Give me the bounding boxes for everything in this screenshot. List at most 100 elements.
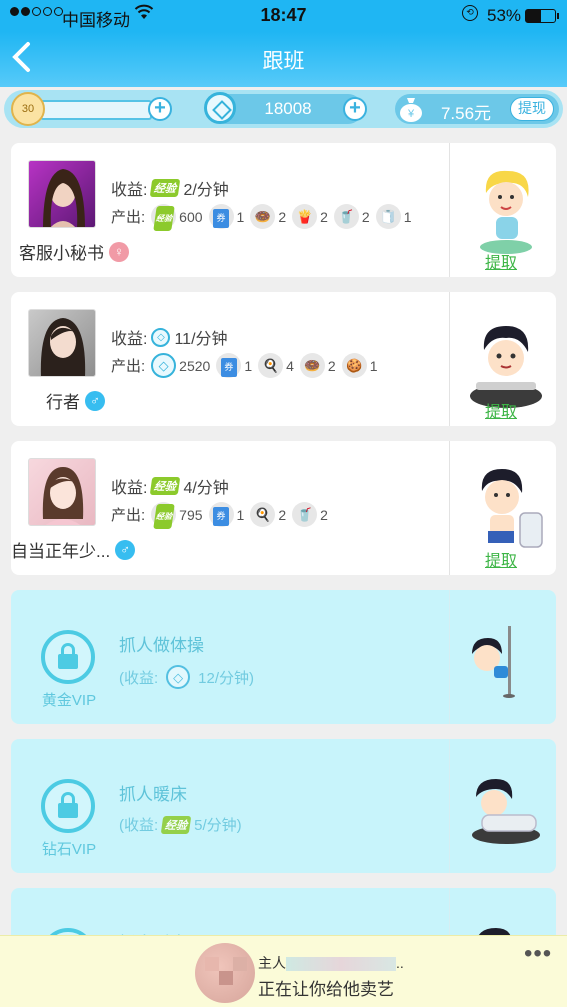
output-count: 2: [361, 208, 370, 225]
locked-slot[interactable]: 黄金VIP 抓人做体操 (收益: ◇ 12/分钟): [11, 590, 556, 724]
notification-banner[interactable]: 主人.. 正在让你给他卖艺 •••: [0, 935, 567, 1007]
ticket-icon: 券: [208, 502, 234, 527]
task-title: 抓人做体操: [119, 636, 204, 655]
output-count: 1: [236, 506, 245, 523]
level-badge: 30: [11, 92, 45, 126]
notice-message: 正在让你给他卖艺: [258, 980, 394, 999]
money-bag-icon: ¥: [398, 95, 424, 129]
nav-bar: 跟班: [0, 32, 567, 87]
task-yield: (收益: ◇ 12/分钟): [119, 665, 254, 689]
vip-requirement: 钻石VIP: [41, 841, 97, 858]
add-experience-button[interactable]: +: [148, 97, 172, 121]
task-yield: (收益: 经验 5/分钟): [119, 814, 242, 835]
yield-label: (收益:: [119, 817, 159, 834]
blurred-name: [286, 957, 396, 972]
output-count: 4: [286, 357, 294, 374]
claim-link[interactable]: 提取: [485, 398, 517, 422]
pet-character-icon[interactable]: [466, 461, 546, 561]
donut-icon: 🍩: [299, 353, 325, 378]
divider: [449, 441, 450, 575]
output-list: 产出: ◇ 2520 券1 🍳 4 🍩 2 🍪 1: [111, 353, 378, 378]
yield-value: 12/分钟): [198, 669, 255, 687]
output-label: 产出:: [111, 358, 146, 375]
drink-icon: 🥤: [333, 204, 359, 229]
claim-link[interactable]: 提取: [485, 249, 517, 273]
coin-icon: [204, 92, 236, 124]
output-count: 1: [369, 357, 378, 374]
yield-rate: 收益: 经验 2/分钟: [111, 176, 229, 200]
yield-label: (收益:: [119, 669, 159, 687]
coin-amount: 18008: [264, 99, 312, 118]
output-count: 2: [278, 506, 287, 523]
exp-tag-icon: 经验: [150, 477, 181, 495]
page-title: 跟班: [262, 50, 305, 73]
output-count: 2: [327, 357, 336, 374]
coin-balance: 18008 +: [204, 92, 367, 124]
coin-icon: ◇: [151, 353, 177, 378]
ticket-icon: 券: [216, 353, 242, 378]
clock-time: 18:47: [260, 5, 307, 25]
yield-label: 收益:: [111, 480, 148, 497]
avatar[interactable]: [28, 160, 96, 228]
follower-card[interactable]: 行者 ♂ 收益: ◇ 11/分钟 产出: ◇ 2520 券1 🍳 4 🍩 2 🍪 1 提…: [11, 292, 556, 426]
avatar[interactable]: [28, 309, 96, 377]
avatar[interactable]: [28, 458, 96, 526]
drink-icon: 🥤: [292, 502, 318, 527]
withdraw-button[interactable]: 提现: [510, 97, 554, 121]
donut-icon: 🍩: [250, 204, 276, 229]
follower-card[interactable]: 自当正年少... ♂ 收益: 经验 4/分钟 产出: 经验 795 券1 🍳 2 🥤…: [11, 441, 556, 575]
exp-tag-icon: 经验: [151, 204, 177, 231]
ticket-icon: 券: [208, 204, 234, 229]
more-dots-icon[interactable]: •••: [524, 940, 552, 968]
notice-sender: 主人..: [258, 953, 404, 973]
add-coins-button[interactable]: +: [343, 97, 367, 121]
towel-icon: 🧻: [375, 204, 401, 229]
orientation-lock-icon: ⟲: [462, 5, 478, 21]
yield-label: 收益:: [111, 182, 148, 199]
fries-icon: 🍟: [292, 204, 318, 229]
yield-rate: 收益: 经验 4/分钟: [111, 474, 229, 498]
exp-tag-icon: 经验: [160, 815, 192, 834]
yield-value: 5/分钟): [194, 817, 242, 834]
follower-name: 客服小秘书: [19, 244, 104, 263]
experience-bar: [40, 100, 152, 120]
money-balance: ¥ 7.56元 提现: [395, 94, 559, 124]
pole-dance-character-icon: [466, 620, 546, 720]
follower-name: 行者: [46, 393, 80, 412]
pet-character-icon[interactable]: [466, 163, 546, 263]
pet-character-icon[interactable]: [466, 312, 546, 412]
money-amount: 7.56元: [440, 104, 492, 123]
claim-link[interactable]: 提取: [485, 547, 517, 571]
female-gender-icon: ♀: [109, 241, 129, 262]
output-count: 1: [236, 208, 245, 225]
avatar[interactable]: [195, 943, 255, 1003]
exp-tag-icon: 经验: [150, 179, 181, 197]
battery-icon: [525, 9, 559, 23]
resource-bar: 30 + 18008 + ¥ 7.56元 提现: [4, 90, 563, 128]
output-count: 2: [320, 506, 328, 523]
svg-text:¥: ¥: [407, 108, 415, 120]
output-count: 600: [179, 208, 203, 225]
male-gender-icon: ♂: [85, 390, 105, 411]
output-count: 2: [278, 208, 287, 225]
notice-suffix: ..: [396, 955, 404, 971]
output-count: 795: [179, 506, 203, 523]
status-bar: 中国移动 18:47 ⟲ 53%: [0, 0, 567, 32]
output-count: 1: [244, 357, 253, 374]
yield-value: 4/分钟: [183, 480, 229, 497]
follower-card[interactable]: 客服小秘书 ♀ 收益: 经验 2/分钟 产出: 经验 600 券1 🍩 2 🍟 2 🥤…: [11, 143, 556, 277]
output-label: 产出:: [111, 209, 146, 226]
vip-requirement: 黄金VIP: [41, 692, 97, 709]
output-label: 产出:: [111, 507, 146, 524]
divider: [449, 292, 450, 426]
male-gender-icon: ♂: [115, 539, 136, 560]
lock-icon: [41, 630, 95, 684]
yield-value: 11/分钟: [174, 331, 228, 348]
cookie-icon: 🍪: [341, 353, 367, 378]
task-title: 抓人暖床: [119, 785, 187, 804]
exp-tag-icon: 经验: [151, 502, 177, 529]
locked-slot[interactable]: 钻石VIP 抓人暖床 (收益: 经验 5/分钟): [11, 739, 556, 873]
yield-value: 2/分钟: [183, 182, 229, 199]
yield-label: 收益:: [111, 331, 148, 348]
output-list: 产出: 经验 795 券1 🍳 2 🥤 2: [111, 502, 328, 529]
